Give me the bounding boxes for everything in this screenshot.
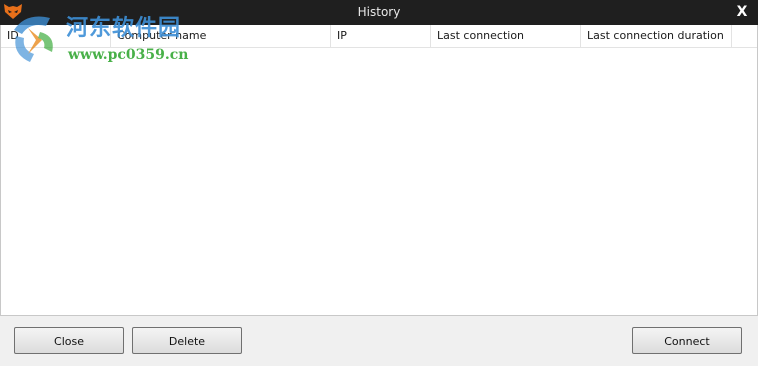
column-header-last-connection-duration[interactable]: Last connection duration (581, 25, 732, 47)
column-header-filler (732, 25, 757, 47)
history-window: History X ID Computer name IP Last conne… (0, 0, 758, 366)
list-header: ID Computer name IP Last connection Last… (1, 25, 757, 48)
title-bar[interactable]: History X (0, 0, 758, 25)
column-header-ip[interactable]: IP (331, 25, 431, 47)
column-header-last-connection[interactable]: Last connection (431, 25, 581, 47)
connect-button[interactable]: Connect (632, 327, 742, 354)
close-window-icon[interactable]: X (734, 0, 750, 25)
button-bar: Close Delete Connect (0, 316, 758, 366)
window-title: History (357, 5, 401, 19)
column-header-id[interactable]: ID (1, 25, 111, 47)
close-button[interactable]: Close (14, 327, 124, 354)
column-header-computer-name[interactable]: Computer name (111, 25, 331, 47)
history-list[interactable]: ID Computer name IP Last connection Last… (0, 25, 758, 316)
delete-button[interactable]: Delete (132, 327, 242, 354)
list-rows-area[interactable] (1, 48, 757, 315)
